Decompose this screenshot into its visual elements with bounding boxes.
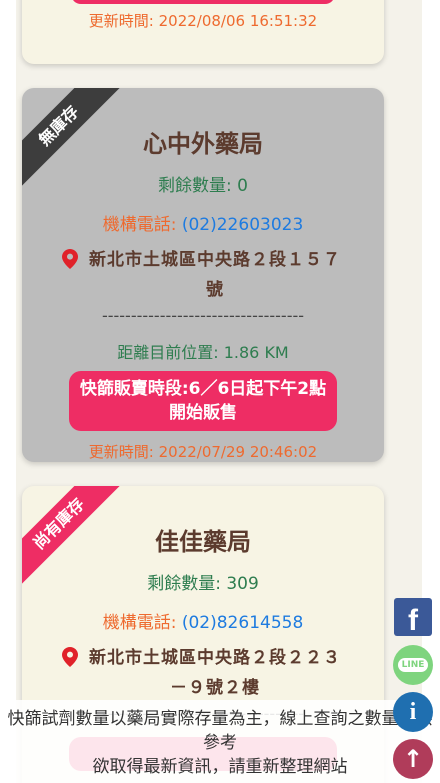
- notice-line-2: 欲取得最新資訊，請重新整理網站: [92, 757, 348, 777]
- phone-link[interactable]: (02)82614558: [182, 613, 303, 633]
- divider: -----------------------------------: [101, 306, 305, 325]
- back-to-top-button[interactable]: ↑: [393, 739, 433, 779]
- address-row[interactable]: 新北市土城區中央路２段２２３－９號２樓: [22, 643, 384, 703]
- phone-label: 機構電話:: [102, 613, 182, 633]
- updated-time: 更新時間: 2022/08/06 16:51:32: [88, 12, 318, 30]
- phone-link[interactable]: (02)22603023: [182, 215, 303, 235]
- pharmacy-card[interactable]: 無庫存 心中外藥局 剩餘數量: 0 機構電話: (02)22603023 新北市…: [22, 88, 384, 462]
- address-row[interactable]: 新北市土城區中央路２段１５７號: [22, 245, 384, 305]
- facebook-share-button[interactable]: f: [394, 598, 432, 637]
- remaining-quantity: 剩餘數量: 0: [158, 176, 248, 196]
- facebook-icon: f: [408, 604, 418, 637]
- remaining-quantity: 剩餘數量: 309: [147, 574, 259, 594]
- phone-label: 機構電話:: [102, 215, 182, 235]
- notice-line-1: 快篩試劑數量以藥局實際存量為主，線上查詢之數量僅供參考: [7, 709, 433, 753]
- sale-button-previous[interactable]: [71, 0, 335, 4]
- info-button[interactable]: i: [393, 692, 433, 732]
- distance-text: 距離目前位置: 1.86 KM: [117, 343, 289, 362]
- sale-time-button[interactable]: 快篩販賣時段:6／6日起下午2點開始販售: [69, 371, 337, 431]
- pharmacy-card-previous: 更新時間: 2022/08/06 16:51:32: [22, 0, 384, 64]
- phone-row: 機構電話: (02)82614558: [22, 608, 384, 633]
- address-text: 新北市土城區中央路２段２２３－９號２樓: [89, 648, 341, 698]
- info-icon: i: [409, 698, 417, 725]
- arrow-up-icon: ↑: [402, 745, 424, 773]
- line-share-button[interactable]: LINE: [393, 645, 433, 685]
- map-pin-icon: [62, 249, 78, 269]
- updated-time: 更新時間: 2022/07/29 20:46:02: [88, 443, 318, 461]
- map-pin-icon: [62, 647, 78, 667]
- phone-row: 機構電話: (02)22603023: [22, 210, 384, 235]
- stock-disclaimer-notice: 快篩試劑數量以藥局實際存量為主，線上查詢之數量僅供參考 欲取得最新資訊，請重新整…: [0, 700, 440, 783]
- line-icon: LINE: [397, 658, 429, 672]
- address-text: 新北市土城區中央路２段１５７號: [89, 250, 341, 300]
